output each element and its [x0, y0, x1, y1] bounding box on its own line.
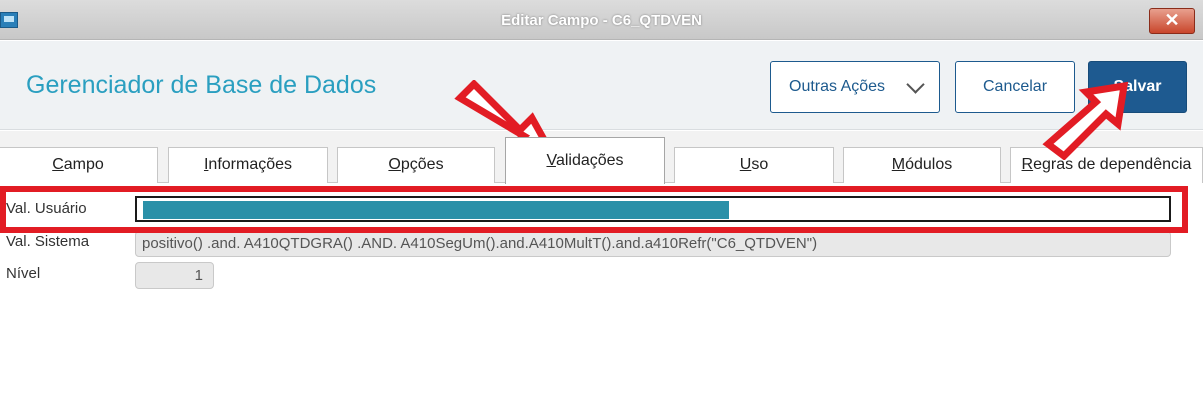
system-validation-label: Val. Sistema [6, 233, 90, 250]
chevron-down-icon [906, 75, 925, 94]
tab-modulos[interactable]: Módulos [843, 147, 1001, 183]
tab-bar: Campo Informações Opções Validações Uso … [0, 131, 1203, 184]
highlight-box [0, 186, 1188, 233]
level-field[interactable]: 1 [135, 262, 214, 289]
more-actions-button[interactable]: Outras Ações [770, 61, 940, 113]
page-title: Gerenciador de Base de Dados [26, 71, 377, 99]
tab-validacoes[interactable]: Validações [505, 137, 665, 184]
system-validation-field[interactable]: positivo() .and. A410QTDGRA() .AND. A410… [135, 231, 1171, 257]
window-title-bar: Editar Campo - C6_QTDVEN ✕ [0, 0, 1203, 40]
annotation-arrow-icon [1042, 81, 1129, 160]
tab-uso[interactable]: Uso [674, 147, 834, 183]
more-actions-label: Outras Ações [789, 78, 886, 95]
tab-informacoes[interactable]: Informações [168, 147, 328, 183]
tab-campo[interactable]: Campo [0, 147, 158, 183]
header: Gerenciador de Base de Dados Outras Açõe… [0, 41, 1203, 130]
window-title: Editar Campo - C6_QTDVEN [501, 12, 702, 29]
close-button[interactable]: ✕ [1149, 8, 1195, 34]
level-label: Nível [6, 265, 41, 282]
